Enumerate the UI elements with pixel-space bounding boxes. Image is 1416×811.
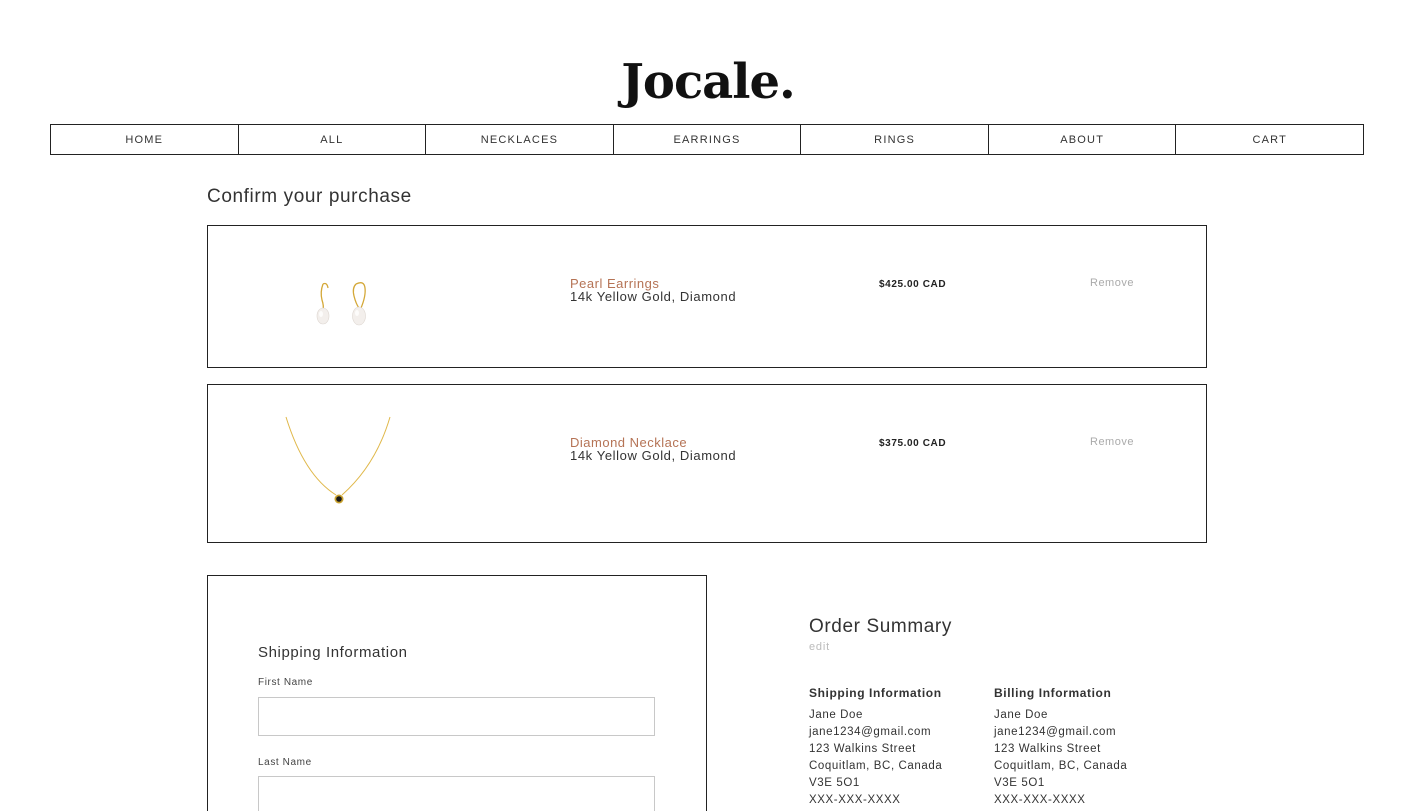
billing-summary: Billing Information Jane Doe jane1234@gm… — [994, 686, 1164, 809]
billing-phone: XXX-XXX-XXXX — [994, 794, 1086, 806]
item-variant: 14k Yellow Gold, Diamond — [570, 448, 737, 463]
last-name-field[interactable] — [258, 776, 655, 811]
shipping-phone: XXX-XXX-XXXX — [809, 794, 901, 806]
diamond-necklace-image — [284, 415, 394, 507]
billing-name: Jane Doe — [994, 709, 1049, 721]
billing-street: 123 Walkins Street — [994, 743, 1101, 755]
edit-link[interactable]: edit — [809, 641, 830, 653]
nav-item-all[interactable]: ALL — [239, 125, 427, 154]
shipping-postal-code: V3E 5O1 — [809, 777, 860, 789]
billing-email: jane1234@gmail.com — [994, 726, 1117, 738]
nav-item-about[interactable]: ABOUT — [989, 125, 1177, 154]
shipping-city: Coquitlam, BC, Canada — [809, 760, 943, 772]
page-title: Confirm your purchase — [207, 186, 412, 207]
billing-city: Coquitlam, BC, Canada — [994, 760, 1128, 772]
order-summary-title: Order Summary — [809, 616, 952, 637]
cart-item: Diamond Necklace 14k Yellow Gold, Diamon… — [207, 384, 1207, 543]
shipping-form: Shipping Information First Name Last Nam… — [207, 575, 707, 811]
shipping-form-heading: Shipping Information — [258, 644, 408, 661]
brand-logo[interactable]: Jocale. — [0, 52, 1416, 112]
item-price: $375.00 CAD — [879, 438, 947, 449]
item-price: $425.00 CAD — [879, 279, 947, 290]
main-nav: HOME ALL NECKLACES EARRINGS RINGS ABOUT … — [50, 124, 1364, 155]
item-variant: 14k Yellow Gold, Diamond — [570, 289, 737, 304]
shipping-summary-heading: Shipping Information — [809, 686, 942, 700]
shipping-street: 123 Walkins Street — [809, 743, 916, 755]
nav-item-earrings[interactable]: EARRINGS — [614, 125, 802, 154]
nav-item-home[interactable]: HOME — [51, 125, 239, 154]
billing-postal-code: V3E 5O1 — [994, 777, 1045, 789]
pearl-earrings-image — [308, 278, 378, 334]
last-name-label: Last Name — [258, 757, 312, 768]
remove-button[interactable]: Remove — [1090, 277, 1134, 289]
nav-item-rings[interactable]: RINGS — [801, 125, 989, 154]
shipping-email: jane1234@gmail.com — [809, 726, 932, 738]
billing-summary-heading: Billing Information — [994, 686, 1112, 700]
nav-item-cart[interactable]: CART — [1176, 125, 1363, 154]
first-name-label: First Name — [258, 677, 313, 688]
nav-item-necklaces[interactable]: NECKLACES — [426, 125, 614, 154]
cart-item: Pearl Earrings 14k Yellow Gold, Diamond … — [207, 225, 1207, 368]
shipping-name: Jane Doe — [809, 709, 864, 721]
first-name-field[interactable] — [258, 697, 655, 736]
remove-button[interactable]: Remove — [1090, 436, 1134, 448]
shipping-summary: Shipping Information Jane Doe jane1234@g… — [809, 686, 959, 809]
